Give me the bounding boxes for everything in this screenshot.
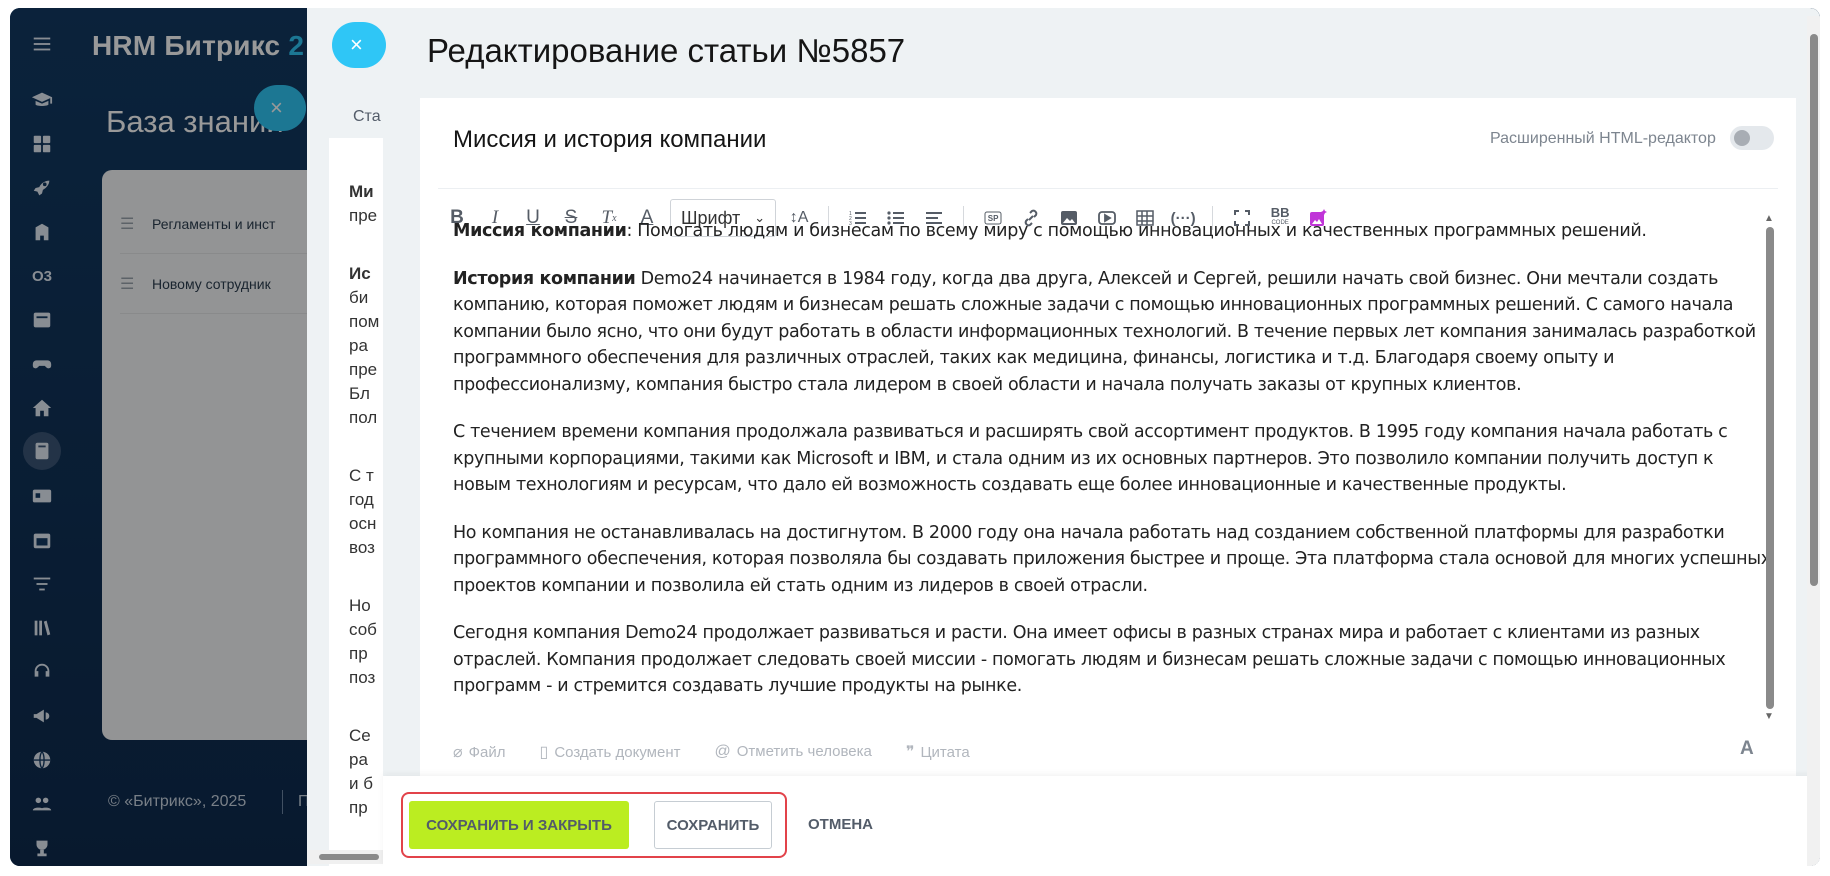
create-document-label: Создать документ [554, 744, 681, 761]
paragraph: С течением времени компания продолжала р… [453, 419, 1773, 499]
edit-article-slider: Редактирование статьи №5857 Миссия и ист… [383, 8, 1820, 866]
divider [438, 188, 1778, 189]
paperclip-icon: ⌀ [453, 744, 463, 761]
scrollbar-thumb[interactable] [1810, 34, 1818, 586]
save-button[interactable]: СОХРАНИТЬ [654, 801, 772, 849]
paragraph: История компании Demo24 начинается в 198… [453, 266, 1773, 399]
formatting-toggle-icon[interactable]: A [1740, 738, 1754, 760]
paragraph-heading: Миссия компании [453, 221, 627, 241]
quote-icon: ❞ [905, 744, 915, 761]
paragraph: Сегодня компания Demo24 продолжает разви… [453, 620, 1773, 700]
toggle-knob [1734, 130, 1750, 146]
cancel-button[interactable]: ОТМЕНА [808, 816, 873, 833]
slider-title: Редактирование статьи №5857 [427, 32, 906, 69]
editor-scrollbar[interactable]: ▲ ▼ [1762, 213, 1776, 725]
mention-label: Отметить человека [736, 743, 872, 760]
page-scrollbar[interactable] [1807, 16, 1820, 866]
editor-bottom-tools: ⌀ Файл ▯ Создать документ @ Отметить челове… [453, 742, 970, 762]
mention-button[interactable]: @ Отметить человека [714, 743, 871, 761]
html-editor-toggle[interactable] [1730, 126, 1774, 150]
bbcode-label: BB [1270, 205, 1290, 220]
scroll-up-icon[interactable]: ▲ [1764, 213, 1774, 224]
paragraph-text: Сегодня компания Demo24 продолжает разви… [453, 623, 1726, 696]
document-icon: ▯ [539, 744, 549, 761]
paragraph-heading: История компании [453, 268, 636, 289]
scrollbar-thumb[interactable] [319, 854, 379, 860]
article-title-input[interactable]: Миссия и история компании [453, 126, 766, 154]
editor-card: Миссия и история компании Расширенный HT… [420, 98, 1796, 778]
scrollbar-thumb[interactable] [1766, 227, 1774, 709]
html-editor-label: Расширенный HTML-редактор [1490, 130, 1716, 147]
article-view-tab[interactable]: Ста [329, 88, 389, 138]
paragraph-text: : Помогать людям и бизнесам по всему мир… [626, 221, 1647, 241]
paragraph: Миссия компании: Помогать людям и бизнес… [453, 218, 1773, 245]
quote-button[interactable]: ❞ Цитата [906, 742, 970, 762]
close-slider-icon[interactable]: × [332, 22, 386, 68]
editor-content[interactable]: Миссия компании: Помогать людям и бизнес… [453, 218, 1773, 716]
paragraph: Но компания не останавливалась на достиг… [453, 520, 1773, 600]
scroll-down-icon[interactable]: ▼ [1764, 711, 1774, 722]
horizontal-scrollbar[interactable] [307, 850, 387, 864]
attach-file-button[interactable]: ⌀ Файл [453, 742, 506, 762]
window-frame: O3 HRM Битрикс 2 База знаний × ☰ Регламе… [10, 8, 1820, 866]
attach-file-label: Файл [468, 744, 506, 761]
paragraph-text: Demo24 начинается в 1984 году, когда два… [453, 268, 1756, 395]
quote-label: Цитата [920, 744, 970, 761]
paragraph-text: Но компания не останавливалась на достиг… [453, 522, 1771, 596]
create-document-button[interactable]: ▯ Создать документ [540, 742, 681, 762]
at-icon: @ [714, 743, 731, 760]
save-and-close-button[interactable]: СОХРАНИТЬ И ЗАКРЫТЬ [409, 801, 629, 849]
paragraph-text: С течением времени компания продолжала р… [453, 422, 1728, 495]
button-bar: СОХРАНИТЬ И ЗАКРЫТЬ СОХРАНИТЬ ОТМЕНА [383, 776, 1820, 866]
